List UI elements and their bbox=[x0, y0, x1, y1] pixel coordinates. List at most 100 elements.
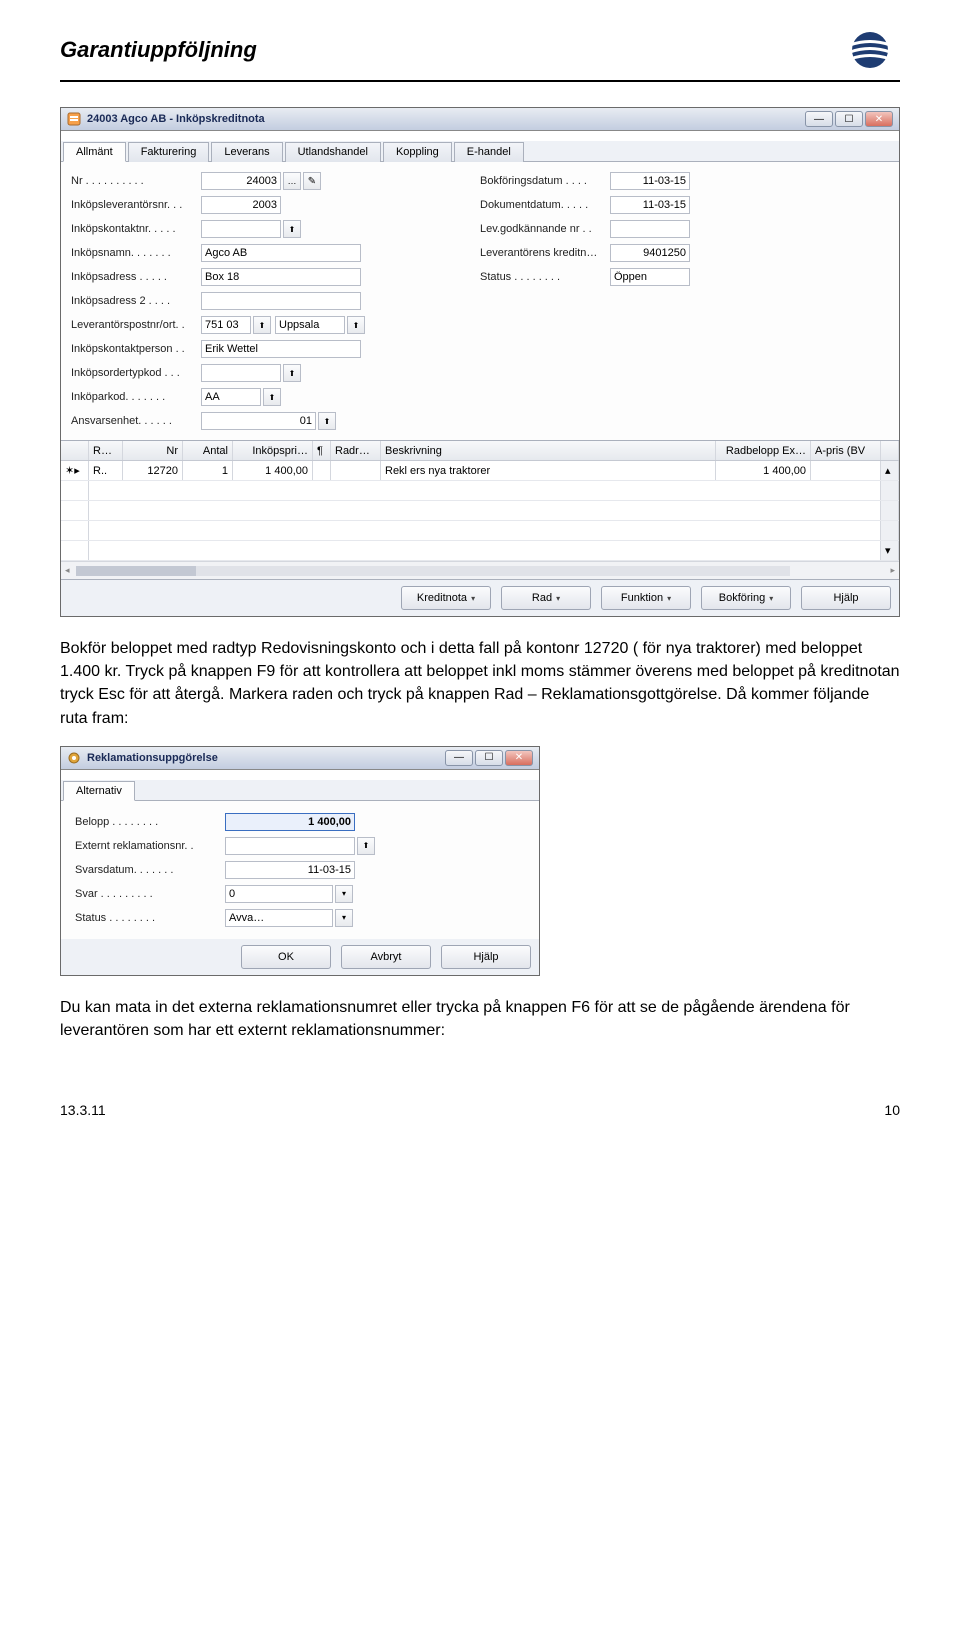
ansvar-field[interactable] bbox=[201, 412, 316, 430]
inkkontakt-lookup-button[interactable] bbox=[283, 220, 301, 238]
svar-dropdown-button[interactable] bbox=[335, 885, 353, 903]
titlebar: Reklamationsuppgörelse — ☐ ✕ bbox=[61, 747, 539, 770]
button-bar: OK Avbryt Hjälp bbox=[61, 939, 539, 975]
nr-lookup-button[interactable]: … bbox=[283, 172, 301, 190]
status2-field[interactable] bbox=[225, 909, 333, 927]
nr-field[interactable] bbox=[201, 172, 281, 190]
svar-label: Svar . . . . . . . . . bbox=[75, 888, 225, 900]
grid-row[interactable]: ▾ bbox=[61, 541, 899, 561]
tab-koppling[interactable]: Koppling bbox=[383, 142, 452, 162]
grid-row[interactable] bbox=[61, 501, 899, 521]
col-inkpris[interactable]: Inköpspri… bbox=[233, 441, 313, 460]
col-beskr[interactable]: Beskrivning bbox=[381, 441, 716, 460]
funktion-button[interactable]: Funktion▾ bbox=[601, 586, 691, 610]
svar-field[interactable] bbox=[225, 885, 333, 903]
inkperson-label: Inköpskontaktperson . . bbox=[71, 343, 201, 355]
levkred-field[interactable] bbox=[610, 244, 690, 262]
tab-ehandel[interactable]: E-handel bbox=[454, 142, 524, 162]
tabs: Allmänt Fakturering Leverans Utlandshand… bbox=[61, 141, 899, 162]
status2-dropdown-button[interactable] bbox=[335, 909, 353, 927]
levpost-label: Leverantörspostnr/ort. . bbox=[71, 319, 201, 331]
hscroll[interactable]: ◂▸ bbox=[61, 561, 899, 579]
hjalp-button[interactable]: Hjälp bbox=[441, 945, 531, 969]
inkadr2-field[interactable] bbox=[201, 292, 361, 310]
nr-edit-button[interactable] bbox=[303, 172, 321, 190]
inkorder-field[interactable] bbox=[201, 364, 281, 382]
dokdat-field[interactable] bbox=[610, 196, 690, 214]
window-icon bbox=[67, 112, 81, 126]
button-bar: Kreditnota▾ Rad▾ Funktion▾ Bokföring▾ Hj… bbox=[61, 580, 899, 616]
col-radbel[interactable]: Radbelopp Ex… bbox=[716, 441, 811, 460]
minimize-button[interactable]: — bbox=[445, 750, 473, 766]
footer-date: 13.3.11 bbox=[60, 1102, 106, 1118]
inkperson-field[interactable] bbox=[201, 340, 361, 358]
rad-button[interactable]: Rad▾ bbox=[501, 586, 591, 610]
tab-utlandshandel[interactable]: Utlandshandel bbox=[285, 142, 381, 162]
col-antal[interactable]: Antal bbox=[183, 441, 233, 460]
tab-leverans[interactable]: Leverans bbox=[211, 142, 282, 162]
inkorder-lookup-button[interactable] bbox=[283, 364, 301, 382]
ext-field[interactable] bbox=[225, 837, 355, 855]
minimize-button[interactable]: — bbox=[805, 111, 833, 127]
row-ind-icon: ✶▸ bbox=[61, 461, 89, 480]
col-sel[interactable] bbox=[61, 441, 89, 460]
titlebar: 24003 Agco AB - Inköpskreditnota — ☐ ✕ bbox=[61, 108, 899, 131]
belopp-label: Belopp . . . . . . . . bbox=[75, 816, 225, 828]
status-field[interactable] bbox=[610, 268, 690, 286]
levgodk-field[interactable] bbox=[610, 220, 690, 238]
cell-beskr: Rekl ers nya traktorer bbox=[381, 461, 716, 480]
close-button[interactable]: ✕ bbox=[865, 111, 893, 127]
vscroll-up-icon[interactable]: ▴ bbox=[881, 461, 899, 480]
ansvar-lookup-button[interactable] bbox=[318, 412, 336, 430]
bokforing-button[interactable]: Bokföring▾ bbox=[701, 586, 791, 610]
col-pilcrow[interactable]: ¶ bbox=[313, 441, 331, 460]
status-label: Status . . . . . . . . bbox=[480, 271, 610, 283]
col-radr[interactable]: Radr… bbox=[331, 441, 381, 460]
page-title: Garantiuppföljning bbox=[60, 37, 257, 63]
inkopark-field[interactable] bbox=[201, 388, 261, 406]
hjalp-button[interactable]: Hjälp bbox=[801, 586, 891, 610]
belopp-field[interactable] bbox=[225, 813, 355, 831]
inkopark-lookup-button[interactable] bbox=[263, 388, 281, 406]
col-nr[interactable]: Nr bbox=[123, 441, 183, 460]
tab-fakturering[interactable]: Fakturering bbox=[128, 142, 210, 162]
footer-page: 10 bbox=[884, 1102, 900, 1118]
vscroll-down-icon: ▾ bbox=[881, 541, 899, 560]
levpost-lookup-button[interactable] bbox=[253, 316, 271, 334]
levpost-field[interactable] bbox=[201, 316, 251, 334]
svarsdat-field[interactable] bbox=[225, 861, 355, 879]
col-apris[interactable]: A-pris (BV bbox=[811, 441, 881, 460]
tab-alternativ[interactable]: Alternativ bbox=[63, 781, 135, 801]
tabs: Alternativ bbox=[61, 780, 539, 801]
window-inkopskreditnota: 24003 Agco AB - Inköpskreditnota — ☐ ✕ A… bbox=[60, 107, 900, 617]
inklev-label: Inköpsleverantörsnr. . . bbox=[71, 199, 201, 211]
form-left-column: Nr . . . . . . . . . .… Inköpsleverantör… bbox=[71, 170, 480, 434]
window-title: 24003 Agco AB - Inköpskreditnota bbox=[87, 113, 799, 125]
inkkontakt-field[interactable] bbox=[201, 220, 281, 238]
cell-apris bbox=[811, 461, 881, 480]
dokdat-label: Dokumentdatum. . . . . bbox=[480, 199, 610, 211]
maximize-button[interactable]: ☐ bbox=[835, 111, 863, 127]
levort-field[interactable] bbox=[275, 316, 345, 334]
grid-header: R… Nr Antal Inköpspri… ¶ Radr… Beskrivni… bbox=[61, 441, 899, 461]
maximize-button[interactable]: ☐ bbox=[475, 750, 503, 766]
grid-row[interactable] bbox=[61, 481, 899, 501]
inknamn-field[interactable] bbox=[201, 244, 361, 262]
logo-icon bbox=[840, 30, 900, 70]
col-rtype[interactable]: R… bbox=[89, 441, 123, 460]
tab-allmant[interactable]: Allmänt bbox=[63, 142, 126, 162]
grid-row[interactable]: ✶▸ R.. 12720 1 1 400,00 Rekl ers nya tra… bbox=[61, 461, 899, 481]
levort-lookup-button[interactable] bbox=[347, 316, 365, 334]
inkadr-field[interactable] bbox=[201, 268, 361, 286]
close-button[interactable]: ✕ bbox=[505, 750, 533, 766]
bokdat-field[interactable] bbox=[610, 172, 690, 190]
kreditnota-button[interactable]: Kreditnota▾ bbox=[401, 586, 491, 610]
ext-lookup-button[interactable] bbox=[357, 837, 375, 855]
inknamn-label: Inköpsnamn. . . . . . . bbox=[71, 247, 201, 259]
ok-button[interactable]: OK bbox=[241, 945, 331, 969]
grid-row[interactable] bbox=[61, 521, 899, 541]
inklev-field[interactable] bbox=[201, 196, 281, 214]
paragraph-2: Du kan mata in det externa reklamationsn… bbox=[60, 996, 900, 1042]
window-title: Reklamationsuppgörelse bbox=[87, 752, 439, 764]
avbryt-button[interactable]: Avbryt bbox=[341, 945, 431, 969]
